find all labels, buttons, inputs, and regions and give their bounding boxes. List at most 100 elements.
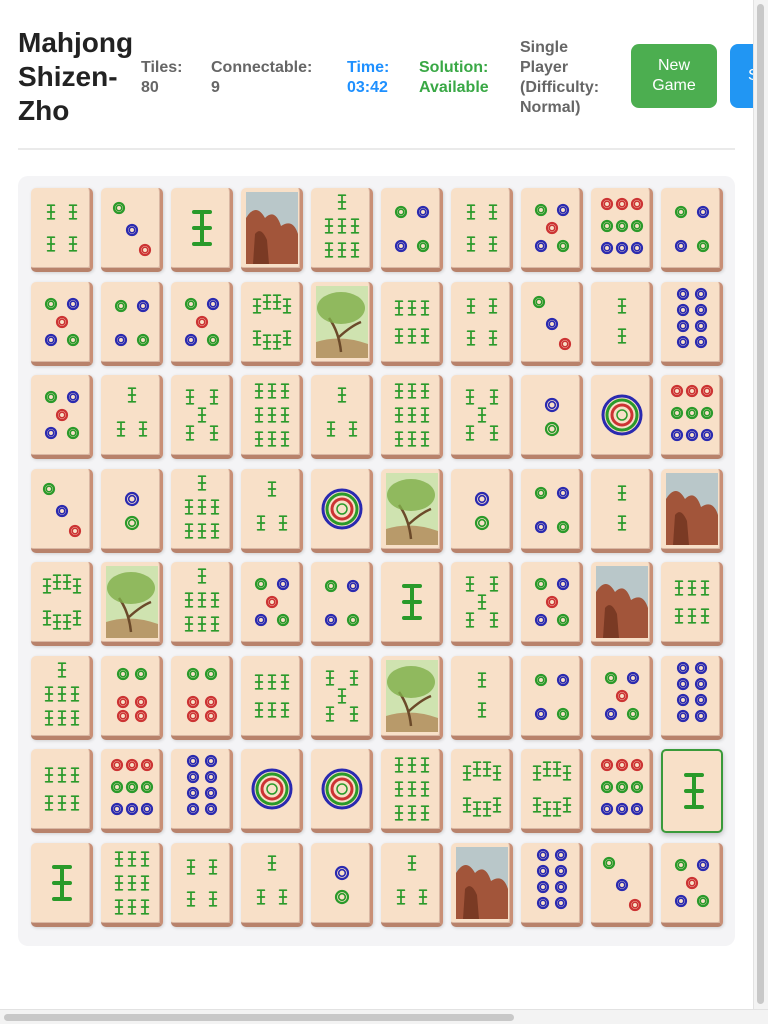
tile-dot4[interactable] [381, 188, 443, 272]
bam3-icon [326, 387, 358, 437]
tile-dot5[interactable] [31, 375, 93, 459]
tile-dot9[interactable] [661, 375, 723, 459]
tile-bam1[interactable] [171, 188, 233, 272]
tile-dot8[interactable] [171, 749, 233, 833]
tile-scene-tree[interactable] [381, 468, 443, 553]
tile-bam5[interactable] [451, 562, 513, 646]
tile-dot9[interactable] [101, 749, 163, 833]
tile-dot6[interactable] [171, 655, 233, 740]
tile-dot5[interactable] [31, 281, 93, 366]
tile-dot9[interactable] [591, 749, 653, 833]
tile-scene-rock[interactable] [661, 468, 723, 553]
tile-scene-tree[interactable] [101, 562, 163, 646]
tile-dot5[interactable] [661, 842, 723, 927]
tile-dot1[interactable] [591, 375, 653, 459]
tile-bam3[interactable] [381, 842, 443, 927]
tile-bam1[interactable] [661, 749, 723, 833]
tile-scene-tree[interactable] [381, 655, 443, 740]
tile-bam4[interactable] [451, 188, 513, 272]
tile-bam8[interactable] [451, 749, 513, 833]
tile-bam9[interactable] [381, 375, 443, 459]
scene-tree-icon [316, 285, 368, 358]
new-game-button[interactable]: New Game [631, 44, 717, 108]
horizontal-scroll-thumb[interactable] [4, 1014, 514, 1021]
tile-dot4[interactable] [661, 188, 723, 272]
tile-bam3[interactable] [101, 375, 163, 459]
game-title: Mahjong Shizen-Zho [18, 27, 134, 126]
tile-dot8[interactable] [661, 655, 723, 740]
connectable-value: 9 [211, 79, 220, 96]
bam9-icon [254, 383, 290, 447]
tile-bam6[interactable] [381, 281, 443, 366]
tile-dot5[interactable] [521, 562, 583, 646]
tile-bam9[interactable] [101, 842, 163, 927]
tile-dot3[interactable] [591, 842, 653, 927]
vertical-scrollbar[interactable] [753, 0, 768, 1010]
horizontal-scrollbar[interactable] [0, 1009, 768, 1024]
tile-bam7[interactable] [31, 655, 93, 740]
tile-scene-rock[interactable] [591, 562, 653, 646]
dot9-icon [670, 384, 714, 442]
tiles-value: 80 [141, 79, 159, 96]
tile-bam6[interactable] [31, 749, 93, 833]
tile-dot1[interactable] [311, 468, 373, 553]
tile-dot1[interactable] [311, 749, 373, 833]
tile-bam2[interactable] [591, 468, 653, 553]
tile-dot2[interactable] [521, 375, 583, 459]
tile-dot5[interactable] [521, 188, 583, 272]
tile-dot4[interactable] [101, 281, 163, 366]
tile-bam3[interactable] [241, 468, 303, 553]
tile-scene-rock[interactable] [241, 188, 303, 272]
tile-bam6[interactable] [241, 655, 303, 740]
vertical-scroll-thumb[interactable] [757, 4, 764, 1004]
tile-scene-tree[interactable] [311, 281, 373, 366]
tile-bam1[interactable] [31, 842, 93, 927]
tile-bam7[interactable] [311, 188, 373, 272]
dot4-icon [394, 205, 430, 253]
tile-dot1[interactable] [241, 749, 303, 833]
tile-dot8[interactable] [521, 842, 583, 927]
tile-bam5[interactable] [311, 655, 373, 740]
tile-bam9[interactable] [381, 749, 443, 833]
tile-dot4[interactable] [521, 468, 583, 553]
dot3-icon [532, 295, 572, 350]
tile-dot5[interactable] [591, 655, 653, 740]
dot5-icon [534, 203, 570, 253]
dot8-icon [536, 848, 568, 909]
tile-dot5[interactable] [171, 281, 233, 366]
tile-dot3[interactable] [521, 281, 583, 366]
tile-dot4[interactable] [311, 562, 373, 646]
tile-bam1[interactable] [381, 562, 443, 646]
tile-dot9[interactable] [591, 188, 653, 272]
tile-bam5[interactable] [171, 375, 233, 459]
tile-dot2[interactable] [451, 468, 513, 553]
tile-bam7[interactable] [171, 562, 233, 646]
tile-bam2[interactable] [591, 281, 653, 366]
tile-bam4[interactable] [171, 842, 233, 927]
tile-dot5[interactable] [241, 562, 303, 646]
tile-bam8[interactable] [521, 749, 583, 833]
game-mode-text: Single Player (Difficulty: Normal) [520, 39, 600, 116]
tile-scene-rock[interactable] [451, 842, 513, 927]
tile-bam2[interactable] [451, 655, 513, 740]
tile-bam4[interactable] [31, 188, 93, 272]
tile-bam4[interactable] [451, 281, 513, 366]
tile-dot3[interactable] [31, 468, 93, 553]
tile-bam8[interactable] [241, 281, 303, 366]
tile-bam8[interactable] [31, 562, 93, 646]
tile-dot4[interactable] [521, 655, 583, 740]
tile-board [18, 176, 735, 946]
tile-bam6[interactable] [661, 562, 723, 646]
tile-dot8[interactable] [661, 281, 723, 366]
tile-bam9[interactable] [241, 375, 303, 459]
dot9-icon [600, 758, 644, 816]
scene-rock-icon [456, 846, 508, 919]
tile-dot3[interactable] [101, 188, 163, 272]
tile-bam3[interactable] [311, 375, 373, 459]
tile-bam7[interactable] [171, 468, 233, 553]
tile-dot6[interactable] [101, 655, 163, 740]
tile-dot2[interactable] [311, 842, 373, 927]
tile-bam3[interactable] [241, 842, 303, 927]
tile-bam5[interactable] [451, 375, 513, 459]
tile-dot2[interactable] [101, 468, 163, 553]
